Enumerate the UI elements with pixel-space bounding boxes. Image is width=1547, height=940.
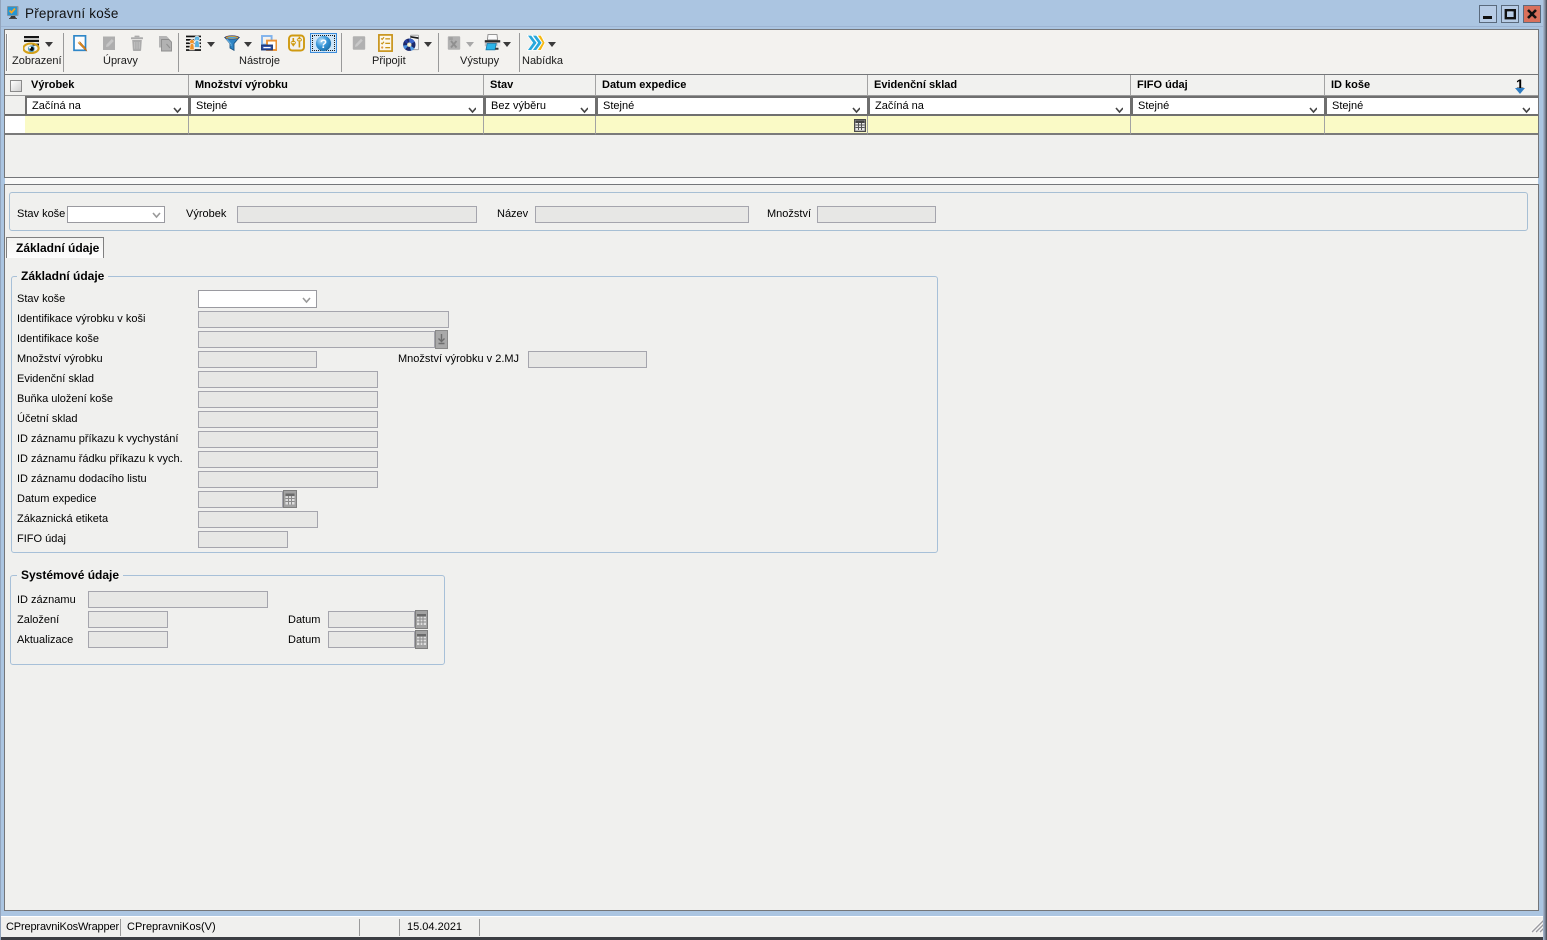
svg-text:?: ? (320, 39, 327, 51)
